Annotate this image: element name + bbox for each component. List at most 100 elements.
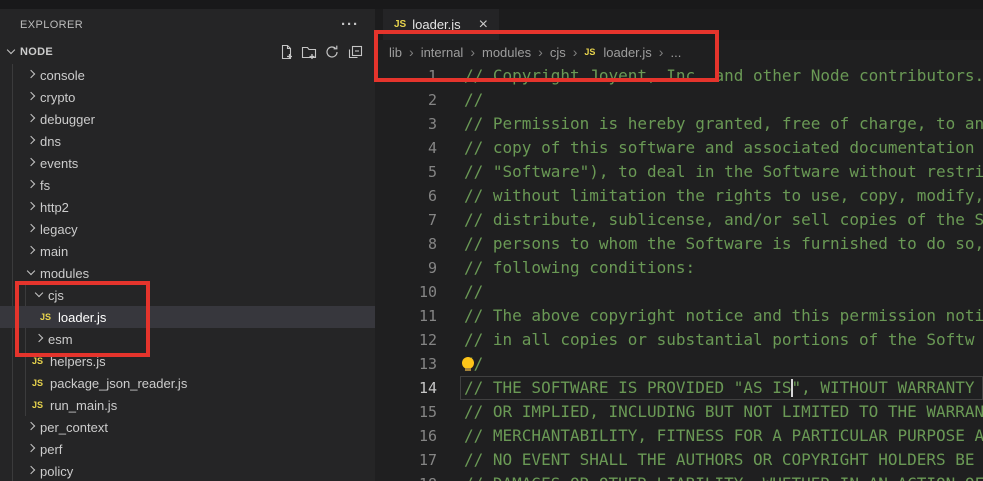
tree-item-label: cjs <box>48 288 64 303</box>
line-number[interactable]: 12 <box>375 328 437 352</box>
tree-item-modules[interactable]: modules <box>0 262 375 284</box>
tree-item-label: main <box>40 244 68 259</box>
new-folder-icon[interactable] <box>301 44 317 60</box>
code-line-text: // DAMAGES OR OTHER LIABILITY, WHETHER I… <box>460 472 983 481</box>
tree-item-loader-js[interactable]: JS loader.js <box>0 306 375 328</box>
window-titlebar-strip <box>0 0 983 9</box>
line-number[interactable]: 8 <box>375 232 437 256</box>
code-line-7[interactable]: 7 // distribute, sublicense, and/or sell… <box>375 208 983 232</box>
close-icon[interactable]: × <box>479 18 488 32</box>
refresh-icon[interactable] <box>324 44 340 60</box>
line-number[interactable]: 1 <box>375 64 437 88</box>
breadcrumb-separator-icon: › <box>470 44 475 60</box>
code-line-text: // Copyright Joyent, Inc. and other Node… <box>460 64 983 88</box>
tree-item-helpers-js[interactable]: JS helpers.js <box>0 350 375 372</box>
code-line-6[interactable]: 6 // without limitation the rights to us… <box>375 184 983 208</box>
code-line-15[interactable]: 15 // OR IMPLIED, INCLUDING BUT NOT LIMI… <box>375 400 983 424</box>
line-number[interactable]: 9 <box>375 256 437 280</box>
tree-item-debugger[interactable]: debugger <box>0 108 375 130</box>
line-number[interactable]: 16 <box>375 424 437 448</box>
collapse-all-icon[interactable] <box>347 44 363 60</box>
tab-loader-js[interactable]: JS loader.js × <box>383 9 499 40</box>
tree-item-per-context[interactable]: per_context <box>0 416 375 438</box>
line-number[interactable]: 18 <box>375 472 437 481</box>
tree-item-run-main-js[interactable]: JS run_main.js <box>0 394 375 416</box>
code-line-8[interactable]: 8 // persons to whom the Software is fur… <box>375 232 983 256</box>
tree-item-cjs[interactable]: cjs <box>0 284 375 306</box>
tree-item-events[interactable]: events <box>0 152 375 174</box>
breadcrumb-item-internal[interactable]: internal <box>421 45 464 60</box>
line-number[interactable]: 3 <box>375 112 437 136</box>
code-line-10[interactable]: 10 // <box>375 280 983 304</box>
chevron-icon <box>32 332 46 346</box>
tree-item-label: package_json_reader.js <box>50 376 187 391</box>
breadcrumb-item-lib[interactable]: lib <box>389 45 402 60</box>
new-file-icon[interactable] <box>278 44 294 60</box>
node-section-header[interactable]: NODE <box>0 40 375 64</box>
code-area: 1 // Copyright Joyent, Inc. and other No… <box>375 64 983 481</box>
breadcrumb-item-loader-js[interactable]: JS loader.js <box>584 45 651 60</box>
tree-item-legacy[interactable]: legacy <box>0 218 375 240</box>
code-line-text: // OR IMPLIED, INCLUDING BUT NOT LIMITED… <box>460 400 983 424</box>
breadcrumb-item-cjs[interactable]: cjs <box>550 45 566 60</box>
code-line-text: // MERCHANTABILITY, FITNESS FOR A PARTIC… <box>460 424 983 448</box>
tree-item-label: esm <box>48 332 73 347</box>
code-line-text: // without limitation the rights to use,… <box>460 184 983 208</box>
line-number[interactable]: 13 <box>375 352 437 376</box>
chevron-icon <box>32 288 46 302</box>
line-number[interactable]: 6 <box>375 184 437 208</box>
tree-item-policy[interactable]: policy <box>0 460 375 481</box>
chevron-down-icon <box>4 45 18 59</box>
code-line-11[interactable]: 11 // The above copyright notice and thi… <box>375 304 983 328</box>
line-number[interactable]: 11 <box>375 304 437 328</box>
code-line-3[interactable]: 3 // Permission is hereby granted, free … <box>375 112 983 136</box>
code-line-4[interactable]: 4 // copy of this software and associate… <box>375 136 983 160</box>
line-number[interactable]: 14 <box>375 376 437 400</box>
tree-item-console[interactable]: console <box>0 64 375 86</box>
code-line-2[interactable]: 2 // <box>375 88 983 112</box>
section-actions <box>278 44 375 60</box>
vscode-window: EXPLORER ··· NODE <box>0 0 983 481</box>
tree-item-dns[interactable]: dns <box>0 130 375 152</box>
line-number[interactable]: 17 <box>375 448 437 472</box>
code-line-text: // Permission is hereby granted, free of… <box>460 112 983 136</box>
tree-item-main[interactable]: main <box>0 240 375 262</box>
code-line-13[interactable]: 13 // <box>375 352 983 376</box>
chevron-icon <box>24 266 38 280</box>
code-line-12[interactable]: 12 // in all copies or substantial porti… <box>375 328 983 352</box>
lightbulb-icon[interactable] <box>462 357 474 369</box>
line-number[interactable]: 7 <box>375 208 437 232</box>
breadcrumb-label: ... <box>670 45 681 60</box>
tree-item-crypto[interactable]: crypto <box>0 86 375 108</box>
more-actions-icon[interactable]: ··· <box>341 20 359 30</box>
chevron-icon <box>24 90 38 104</box>
code-line-14[interactable]: 14 // THE SOFTWARE IS PROVIDED "AS IS", … <box>375 376 983 400</box>
line-number[interactable]: 2 <box>375 88 437 112</box>
explorer-title: EXPLORER <box>20 19 83 31</box>
breadcrumb-item-modules[interactable]: modules <box>482 45 531 60</box>
line-number[interactable]: 15 <box>375 400 437 424</box>
tree-item-package-json-reader-js[interactable]: JS package_json_reader.js <box>0 372 375 394</box>
tree-item-label: helpers.js <box>50 354 106 369</box>
tree-item-perf[interactable]: perf <box>0 438 375 460</box>
chevron-icon <box>24 200 38 214</box>
code-line-5[interactable]: 5 // "Software"), to deal in the Softwar… <box>375 160 983 184</box>
code-line-17[interactable]: 17 // NO EVENT SHALL THE AUTHORS OR COPY… <box>375 448 983 472</box>
tree-item-fs[interactable]: fs <box>0 174 375 196</box>
chevron-icon <box>24 156 38 170</box>
breadcrumb-item-[interactable]: ... <box>670 45 681 60</box>
tree-item-label: perf <box>40 442 62 457</box>
tree-item-esm[interactable]: esm <box>0 328 375 350</box>
file-tree: console crypto debugger dns events fs ht… <box>0 64 375 481</box>
code-line-16[interactable]: 16 // MERCHANTABILITY, FITNESS FOR A PAR… <box>375 424 983 448</box>
code-line-9[interactable]: 9 // following conditions: <box>375 256 983 280</box>
line-number[interactable]: 5 <box>375 160 437 184</box>
tree-item-http2[interactable]: http2 <box>0 196 375 218</box>
code-line-text: // distribute, sublicense, and/or sell c… <box>460 208 983 232</box>
line-number[interactable]: 10 <box>375 280 437 304</box>
code-line-18[interactable]: 18 // DAMAGES OR OTHER LIABILITY, WHETHE… <box>375 472 983 481</box>
line-number[interactable]: 4 <box>375 136 437 160</box>
breadcrumb-label: cjs <box>550 45 566 60</box>
chevron-icon <box>24 420 38 434</box>
code-line-1[interactable]: 1 // Copyright Joyent, Inc. and other No… <box>375 64 983 88</box>
